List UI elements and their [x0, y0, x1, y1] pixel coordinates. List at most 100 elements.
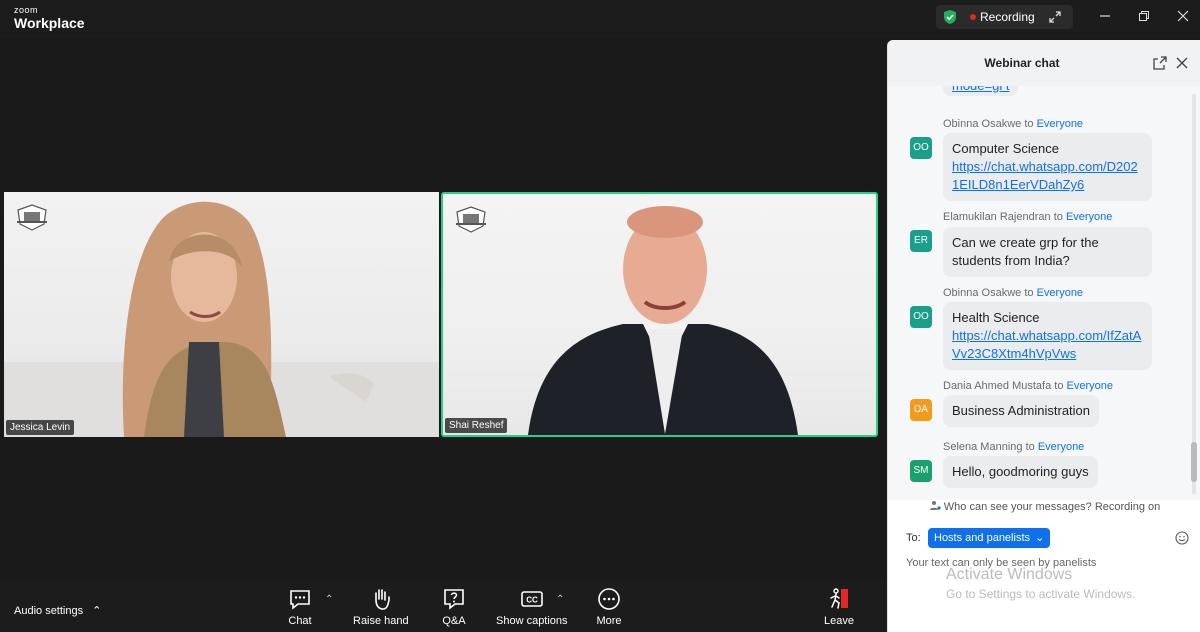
chat-panel-title: Webinar chat [984, 56, 1060, 70]
chat-panel-header: Webinar chat [888, 40, 1200, 86]
chevron-up-icon[interactable]: ⌃ [325, 594, 333, 605]
sender-name: Selena Manning [943, 441, 1023, 453]
restore-button[interactable] [1134, 8, 1154, 26]
to-word: to [1024, 287, 1034, 299]
message-text: Computer Science [952, 141, 1059, 156]
participant-video [4, 201, 439, 437]
message-sender: Elamukilan Rajendran to Everyone [943, 211, 1112, 223]
leave-button[interactable]: Leave [824, 586, 854, 627]
participant-name: Shai Reshef [445, 418, 508, 433]
message-link[interactable]: mode=gi t [952, 86, 1009, 95]
record-dot-icon [970, 14, 976, 20]
avatar: ER [910, 230, 932, 252]
windows-activation-watermark: Activate Windows Go to Settings to activ… [946, 566, 1135, 601]
raise-hand-label: Raise hand [353, 615, 409, 627]
message-text: Health Science [952, 310, 1040, 325]
recipient-link[interactable]: Everyone [1038, 441, 1084, 453]
participant-video [528, 206, 798, 435]
message-text: Can we create grp for the students from … [952, 235, 1099, 268]
to-word: to [1024, 118, 1034, 130]
video-tile[interactable]: Jessica Levin [4, 192, 439, 437]
visibility-notice[interactable]: Who can see your messages? Recording on [888, 500, 1200, 513]
to-word: to [1025, 441, 1035, 453]
chat-bubble: Can we create grp for the students from … [943, 227, 1152, 277]
captions-button[interactable]: CC Show captions [496, 586, 568, 627]
message-link[interactable]: https://chat.whatsapp.com/D2021EILD8n1Ee… [952, 158, 1143, 194]
app-logo: zoom Workplace [14, 5, 85, 31]
audio-settings-button[interactable]: Audio settings ⌃ [14, 604, 101, 617]
minimize-button[interactable] [1095, 8, 1115, 26]
brand-big: Workplace [14, 15, 85, 31]
chevron-up-icon: ⌃ [92, 605, 102, 617]
restore-icon [1139, 11, 1149, 21]
qa-button[interactable]: Q&A [441, 586, 467, 627]
more-icon [598, 588, 620, 610]
watermark-title: Activate Windows [946, 566, 1073, 583]
message-link[interactable]: https://chat.whatsapp.com/IfZatAVv23C8Xt… [952, 327, 1143, 363]
avatar: DA [910, 399, 932, 421]
meeting-toolbar: Audio settings ⌃ Chat ⌃ Raise hand Q&A C… [0, 580, 887, 632]
to-word: to [1054, 380, 1064, 392]
chat-button[interactable]: Chat [287, 586, 313, 627]
message-sender: Obinna Osakwe to Everyone [943, 287, 1083, 299]
chevron-up-icon[interactable]: ⌃ [556, 594, 564, 605]
hand-icon [375, 589, 390, 610]
message-sender: Obinna Osakwe to Everyone [943, 118, 1083, 130]
more-label: More [596, 615, 622, 627]
person-icon [929, 501, 941, 510]
question-icon [444, 589, 464, 610]
close-window-button[interactable] [1173, 8, 1193, 26]
svg-text:CC: CC [526, 596, 538, 605]
recipient-link[interactable]: Everyone [1066, 211, 1112, 223]
chat-icon [290, 590, 310, 610]
scrollbar-thumb[interactable] [1191, 442, 1197, 482]
sender-name: Obinna Osakwe [943, 287, 1022, 299]
chat-message-list[interactable]: mode=gi t Obinna Osakwe to Everyone OO C… [888, 86, 1200, 500]
chat-bubble: Computer Science https://chat.whatsapp.c… [943, 133, 1152, 201]
chat-bubble: Business Administration [943, 395, 1100, 427]
leave-icon [830, 588, 848, 609]
recipient-dropdown[interactable]: Hosts and panelists ⌄ [928, 528, 1051, 548]
sender-name: Elamukilan Rajendran [943, 211, 1051, 223]
brand-small: zoom [14, 5, 39, 15]
notice-text: Who can see your messages? Recording on [943, 501, 1161, 513]
raise-hand-button[interactable]: Raise hand [353, 586, 409, 627]
leave-label: Leave [824, 615, 854, 627]
chevron-down-icon: ⌄ [1035, 532, 1045, 544]
to-label: To: [906, 532, 921, 544]
video-stage: Jessica Levin Shai Reshef [0, 38, 887, 580]
popout-icon[interactable] [1152, 55, 1168, 71]
video-tile-active-speaker[interactable]: Shai Reshef [441, 192, 878, 437]
to-word: to [1053, 211, 1063, 223]
close-icon [1177, 10, 1189, 22]
participant-name: Jessica Levin [6, 420, 75, 435]
recipient-value: Hosts and panelists [934, 532, 1030, 544]
chat-bubble: Health Science https://chat.whatsapp.com… [943, 302, 1152, 370]
chat-bubble-partial: mode=gi t [943, 86, 1019, 96]
chat-label: Chat [288, 615, 312, 627]
more-button[interactable]: More [596, 586, 622, 627]
close-icon[interactable] [1174, 55, 1190, 71]
title-bar: zoom Workplace Recording [0, 0, 1200, 38]
recording-indicator[interactable]: Recording [936, 5, 1073, 29]
captions-label: Show captions [496, 615, 568, 627]
recording-label: Recording [980, 10, 1035, 24]
emoji-icon[interactable] [1175, 531, 1189, 545]
avatar: OO [910, 306, 932, 328]
avatar: SM [910, 460, 932, 482]
recipient-link[interactable]: Everyone [1037, 118, 1083, 130]
watermark-subtitle: Go to Settings to activate Windows. [946, 587, 1136, 601]
message-text: Business Administration [952, 403, 1091, 418]
message-sender: Dania Ahmed Mustafa to Everyone [943, 380, 1113, 392]
avatar: OO [910, 137, 932, 159]
sender-name: Dania Ahmed Mustafa [943, 380, 1052, 392]
recipient-link[interactable]: Everyone [1037, 287, 1083, 299]
qa-label: Q&A [442, 615, 466, 627]
scrollbar-track[interactable] [1192, 94, 1196, 494]
sender-name: Obinna Osakwe [943, 118, 1022, 130]
chat-panel: Webinar chat mode=gi t Obinna Osakwe to … [887, 40, 1200, 632]
expand-icon[interactable] [1047, 9, 1063, 25]
shield-check-icon [944, 10, 956, 24]
message-text: Hello, goodmoring guys [952, 464, 1089, 479]
recipient-link[interactable]: Everyone [1067, 380, 1113, 392]
